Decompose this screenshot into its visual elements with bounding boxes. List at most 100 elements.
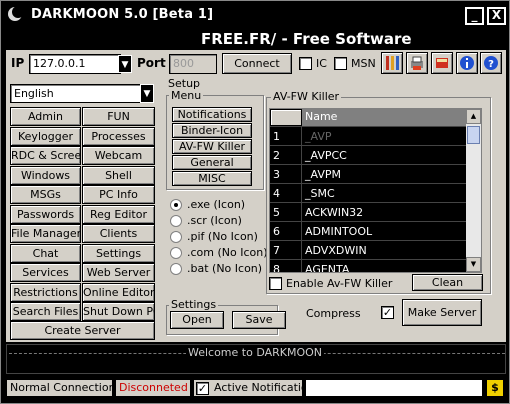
- row-number: 5: [273, 206, 280, 219]
- list-item[interactable]: 7 ADVXDWIN: [270, 240, 466, 260]
- command-button[interactable]: RDC & Screen: [10, 146, 81, 165]
- command-button[interactable]: Restrictions: [10, 282, 81, 302]
- extension-radio[interactable]: [170, 199, 182, 211]
- command-button[interactable]: Shell: [82, 165, 155, 185]
- row-number: 8: [273, 263, 280, 273]
- setup-menu-item[interactable]: AV-FW Killer: [172, 139, 252, 154]
- command-button[interactable]: Services: [10, 263, 81, 282]
- setup-menu-item[interactable]: General: [172, 155, 252, 170]
- notification-checkbox[interactable]: ✓: [196, 382, 209, 395]
- row-separator: [301, 203, 302, 222]
- command-button[interactable]: Keylogger: [10, 126, 81, 146]
- command-button[interactable]: Processes: [82, 126, 155, 146]
- avfw-group-title: AV-FW Killer: [271, 90, 342, 103]
- row-number: 2: [273, 149, 280, 162]
- row-separator: [301, 127, 302, 146]
- row-number: 4: [273, 187, 280, 200]
- save-button[interactable]: Save: [232, 311, 286, 329]
- command-button[interactable]: Search Files: [10, 302, 81, 321]
- clean-button[interactable]: Clean: [412, 274, 483, 291]
- command-button[interactable]: Clients: [82, 224, 155, 243]
- row-number: 6: [273, 225, 280, 238]
- row-separator: [301, 146, 302, 165]
- make-server-button[interactable]: Make Server: [402, 299, 482, 326]
- row-name: _AVPM: [305, 168, 341, 181]
- avfw-process-list[interactable]: Name 1 _AVP 2 _AVPCC 3 _AVPM 4 _SMC 5 ACKWIN32 6 AD…: [269, 108, 482, 273]
- status-notification: Active Notification: [193, 379, 303, 397]
- main-window: DARKMOON 5.0 [Beta 1] _ X FREE.FR/ - Fre…: [0, 0, 510, 404]
- msn-label: MSN: [351, 57, 376, 70]
- extension-radio[interactable]: [170, 231, 182, 243]
- tool-button-5[interactable]: ?: [480, 52, 502, 74]
- tool-button-1[interactable]: [381, 52, 403, 74]
- command-button[interactable]: Chat: [10, 243, 81, 263]
- list-scrollbar[interactable]: ▲ ▼: [466, 109, 481, 272]
- status-empty-field: [305, 379, 483, 397]
- row-number: 3: [273, 168, 280, 181]
- compress-checkbox[interactable]: ✓: [381, 306, 394, 319]
- tool-button-3[interactable]: [431, 52, 453, 74]
- list-item[interactable]: 3 _AVPM: [270, 164, 466, 184]
- row-name: ADMINTOOL: [305, 225, 373, 238]
- tool-button-2[interactable]: [406, 52, 428, 74]
- command-button[interactable]: FUN: [82, 107, 155, 126]
- command-button[interactable]: Online Editor: [82, 282, 155, 302]
- menu-group-title: Menu: [169, 89, 204, 102]
- command-button[interactable]: Admin: [10, 107, 81, 126]
- command-button[interactable]: Windows: [10, 165, 81, 185]
- minimize-button[interactable]: _: [465, 7, 484, 25]
- setup-menu-item[interactable]: Notifications: [172, 107, 252, 122]
- list-item[interactable]: 6 ADMINTOOL: [270, 221, 466, 241]
- scroll-up-arrow-icon[interactable]: ▲: [466, 109, 481, 124]
- connect-button[interactable]: Connect: [222, 53, 292, 74]
- ic-checkbox[interactable]: [299, 57, 312, 70]
- close-button[interactable]: X: [487, 7, 506, 25]
- language-dropdown-arrow-icon[interactable]: ▼: [140, 84, 154, 103]
- msn-checkbox[interactable]: [334, 57, 347, 70]
- extension-label: .pif (No Icon): [187, 230, 258, 243]
- tool-button-4[interactable]: [456, 52, 478, 74]
- name-column-header[interactable]: Name: [302, 109, 466, 126]
- status-state: Disconneted: [115, 379, 191, 397]
- dollar-icon[interactable]: $: [486, 379, 504, 397]
- ip-input[interactable]: 127.0.0.1: [29, 54, 121, 74]
- command-button[interactable]: Passwords: [10, 204, 81, 224]
- row-name: _AVPCC: [305, 149, 347, 162]
- book-icon: [436, 58, 448, 68]
- open-button[interactable]: Open: [170, 311, 224, 329]
- command-button[interactable]: Webcam: [82, 146, 155, 165]
- scroll-thumb[interactable]: [467, 126, 480, 144]
- title-bar[interactable]: DARKMOON 5.0 [Beta 1] _ X: [1, 1, 509, 29]
- svg-text:?: ?: [488, 59, 494, 70]
- ip-dropdown-arrow-icon[interactable]: ▼: [118, 55, 132, 73]
- list-item[interactable]: 2 _AVPCC: [270, 145, 466, 165]
- command-button[interactable]: Settings: [82, 243, 155, 263]
- info-icon: [460, 56, 474, 70]
- row-name: ADVXDWIN: [305, 244, 367, 257]
- list-item[interactable]: 8 AGENTA: [270, 259, 466, 273]
- list-item[interactable]: 5 ACKWIN32: [270, 202, 466, 222]
- row-name: _SMC: [305, 187, 335, 200]
- extension-radio[interactable]: [170, 263, 182, 275]
- enable-avfw-label: Enable Av-FW Killer: [286, 277, 393, 290]
- setup-menu-item[interactable]: Binder-Icon: [172, 123, 252, 138]
- command-button[interactable]: Web Server: [82, 263, 155, 282]
- command-button[interactable]: PC Info: [82, 185, 155, 204]
- number-column-header[interactable]: [270, 109, 302, 126]
- create-server-button[interactable]: Create Server: [10, 321, 155, 340]
- list-item[interactable]: 1 _AVP: [270, 126, 466, 146]
- enable-avfw-checkbox[interactable]: [269, 277, 282, 290]
- command-button[interactable]: Shut Down PC: [82, 302, 155, 321]
- extension-radio[interactable]: [170, 215, 182, 227]
- language-select[interactable]: English: [10, 84, 146, 103]
- command-button[interactable]: MSGs: [10, 185, 81, 204]
- list-item[interactable]: 4 _SMC: [270, 183, 466, 203]
- setup-menu-item[interactable]: MISC: [172, 171, 252, 186]
- command-button[interactable]: File Manager: [10, 224, 81, 243]
- scroll-down-arrow-icon[interactable]: ▼: [466, 257, 481, 272]
- command-button[interactable]: Reg Editor: [82, 204, 155, 224]
- extension-radio[interactable]: [170, 247, 182, 259]
- extension-label: .bat (No Icon): [187, 262, 263, 275]
- port-label: Port: [137, 56, 166, 70]
- port-input[interactable]: 800: [169, 54, 217, 74]
